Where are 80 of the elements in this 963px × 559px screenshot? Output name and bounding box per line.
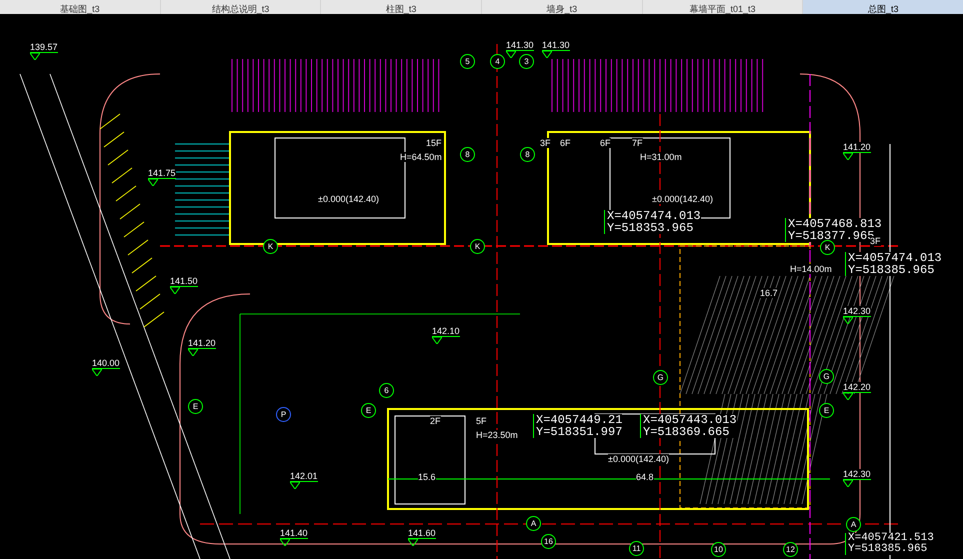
elevation-label: 141.60 bbox=[408, 528, 436, 539]
axis-bubble: 3 bbox=[519, 54, 534, 69]
building-label: ±0.000(142.40) bbox=[652, 194, 713, 204]
axis-bubble: K bbox=[820, 240, 835, 255]
elevation-label: 142.20 bbox=[843, 382, 871, 393]
axis-bubble: A bbox=[526, 516, 541, 531]
elevation-marker-icon bbox=[290, 482, 300, 489]
elevation-marker-icon bbox=[280, 539, 290, 546]
building-label: H=23.50m bbox=[476, 430, 518, 440]
building-label: 15F bbox=[426, 138, 442, 148]
building-label: 6F bbox=[560, 138, 571, 148]
axis-bubble: E bbox=[819, 403, 834, 418]
axis-bubble: K bbox=[263, 239, 278, 254]
building-label: 6F bbox=[600, 138, 611, 148]
building-label: 2F bbox=[430, 416, 441, 426]
building-label: 15.6 bbox=[418, 472, 436, 482]
elevation-marker-icon bbox=[30, 53, 40, 60]
drawing-tab[interactable]: 墙身_t3 bbox=[482, 0, 642, 14]
elevation-label: 142.10 bbox=[432, 326, 460, 337]
axis-bubble: 12 bbox=[783, 542, 798, 557]
axis-bubble: 6 bbox=[379, 383, 394, 398]
axis-bubble: 5 bbox=[460, 54, 475, 69]
elevation-marker-icon bbox=[542, 51, 552, 58]
axis-bubble: 16 bbox=[541, 534, 556, 549]
building-label: H=14.00m bbox=[790, 264, 832, 274]
elevation-marker-icon bbox=[843, 393, 853, 400]
coordinate-label: X=4057421.513 Y=518385.965 bbox=[845, 533, 934, 555]
elevation-marker-icon bbox=[506, 51, 516, 58]
drawing-tab[interactable]: 结构总说明_t3 bbox=[160, 0, 320, 14]
drawing-tab[interactable]: 柱图_t3 bbox=[321, 0, 482, 14]
elevation-label: 142.30 bbox=[843, 306, 871, 317]
axis-bubble: 11 bbox=[629, 541, 644, 556]
building-label: H=64.50m bbox=[400, 152, 442, 162]
elevation-label: 139.57 bbox=[30, 42, 58, 53]
elevation-label: 141.75 bbox=[148, 168, 176, 179]
coordinate-label: X=4057474.013 Y=518385.965 bbox=[845, 252, 942, 276]
elevation-label: 141.30 bbox=[506, 40, 534, 51]
building-label: 3F bbox=[540, 138, 551, 148]
drawing-tab[interactable]: 总图_t3 bbox=[803, 0, 963, 14]
building-label: 5F bbox=[476, 416, 487, 426]
elevation-marker-icon bbox=[408, 539, 418, 546]
axis-bubble: 10 bbox=[711, 542, 726, 557]
elevation-label: 141.50 bbox=[170, 276, 198, 287]
building-label: ±0.000(142.40) bbox=[608, 454, 669, 464]
axis-bubble: G bbox=[819, 369, 834, 384]
building-label: 16.7 bbox=[760, 288, 778, 298]
coordinate-label: X=4057443.013 Y=518369.665 bbox=[640, 414, 737, 438]
elevation-label: 142.30 bbox=[843, 469, 871, 480]
building-label: 64.8 bbox=[636, 472, 654, 482]
drawing-tab[interactable]: 幕墙平面_t01_t3 bbox=[642, 0, 802, 14]
elevation-label: 140.00 bbox=[92, 358, 120, 369]
axis-bubble: E bbox=[188, 399, 203, 414]
elevation-marker-icon bbox=[843, 153, 853, 160]
axis-bubble: 8 bbox=[460, 147, 475, 162]
elevation-label: 141.30 bbox=[542, 40, 570, 51]
building-label: 7F bbox=[632, 138, 643, 148]
axis-bubble: G bbox=[653, 370, 668, 385]
coordinate-label: X=4057474.013 Y=518353.965 bbox=[604, 210, 701, 234]
building-label: 3F bbox=[870, 236, 881, 246]
axis-bubble: 8 bbox=[520, 147, 535, 162]
axis-bubble: A bbox=[846, 517, 861, 532]
elevation-marker-icon bbox=[843, 317, 853, 324]
axis-bubble: E bbox=[361, 403, 376, 418]
building-label: ±0.000(142.40) bbox=[318, 194, 379, 204]
elevation-label: 141.20 bbox=[188, 338, 216, 349]
elevation-marker-icon bbox=[170, 287, 180, 294]
elevation-marker-icon bbox=[148, 179, 158, 186]
axis-bubble: 4 bbox=[490, 54, 505, 69]
axis-bubble: K bbox=[470, 239, 485, 254]
elevation-label: 141.20 bbox=[843, 142, 871, 153]
elevation-marker-icon bbox=[843, 480, 853, 487]
elevation-label: 141.40 bbox=[280, 528, 308, 539]
coordinate-label: X=4057449.21 Y=518351.997 bbox=[533, 414, 622, 438]
axis-bubble: P bbox=[276, 407, 291, 422]
elevation-marker-icon bbox=[92, 369, 102, 376]
drawing-tab[interactable]: 基础图_t3 bbox=[0, 0, 160, 14]
elevation-label: 142.01 bbox=[290, 471, 318, 482]
building-label: H=31.00m bbox=[640, 152, 682, 162]
elevation-marker-icon bbox=[432, 337, 442, 344]
elevation-marker-icon bbox=[188, 349, 198, 356]
